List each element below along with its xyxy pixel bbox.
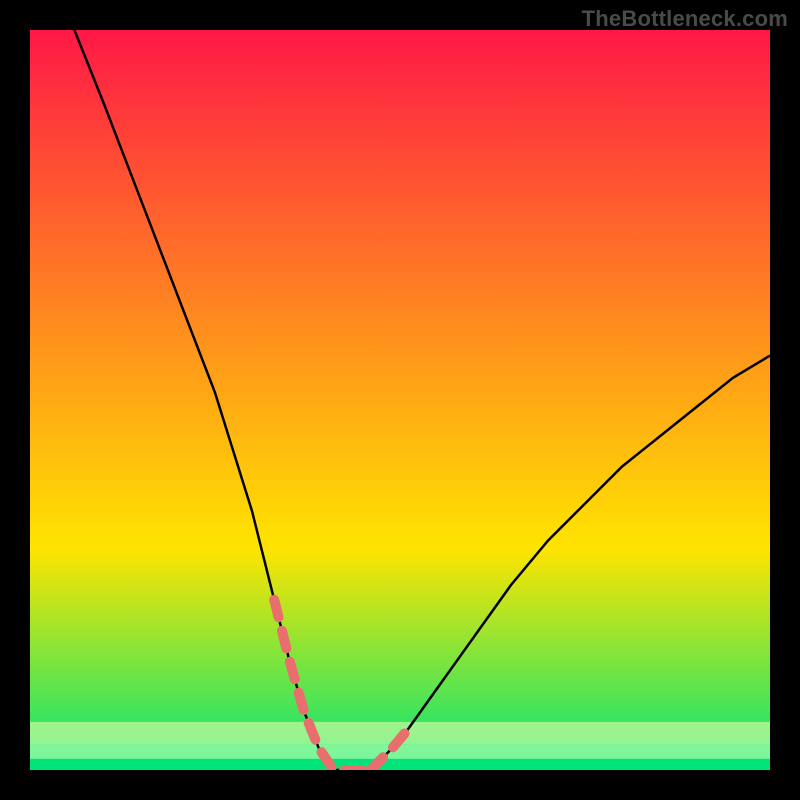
plot-area <box>30 30 770 770</box>
bottleneck-chart-svg <box>30 30 770 770</box>
gradient-background <box>30 30 770 770</box>
watermark-text: TheBottleneck.com <box>582 6 788 32</box>
chart-frame: TheBottleneck.com <box>0 0 800 800</box>
